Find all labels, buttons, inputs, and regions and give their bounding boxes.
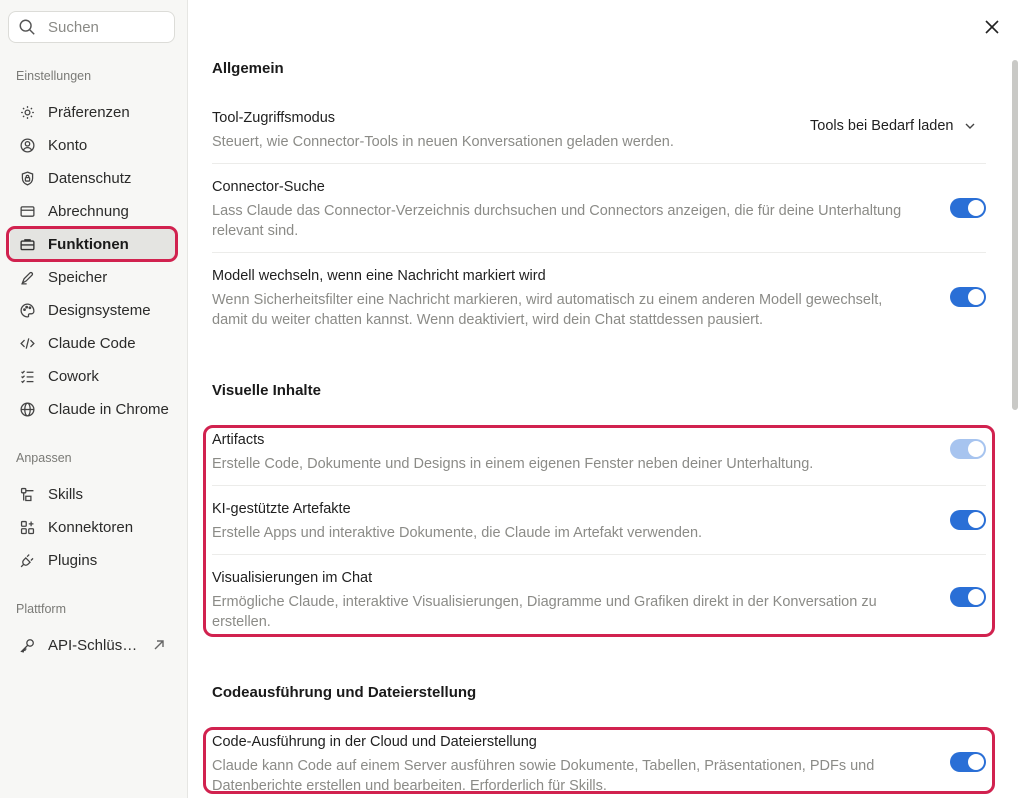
sidebar-item-claude-in-chrome[interactable]: Claude in Chrome bbox=[10, 393, 176, 425]
toggle-knob bbox=[968, 289, 984, 305]
toggle-knob bbox=[968, 200, 984, 216]
tool-access-dropdown[interactable]: Tools bei Bedarf laden bbox=[810, 118, 976, 134]
user-circle-icon bbox=[18, 136, 36, 154]
close-icon bbox=[985, 20, 999, 34]
divider bbox=[212, 163, 986, 164]
sidebar-item-label: Claude Code bbox=[48, 334, 136, 352]
palette-icon bbox=[18, 301, 36, 319]
skills-icon bbox=[18, 485, 36, 503]
ai-artifacts-toggle[interactable] bbox=[950, 510, 986, 530]
toolbox-icon bbox=[18, 235, 36, 253]
sidebar-item-label: Designsysteme bbox=[48, 301, 151, 319]
connector-search-toggle[interactable] bbox=[950, 198, 986, 218]
toggle-knob bbox=[968, 589, 984, 605]
plug-icon bbox=[18, 551, 36, 569]
setting-description: Ermögliche Claude, interaktive Visualisi… bbox=[212, 594, 877, 630]
setting-artifacts: Artifacts Erstelle Code, Dokumente und D… bbox=[212, 430, 986, 474]
sidebar-item-label: Konto bbox=[48, 136, 88, 154]
gear-icon bbox=[18, 103, 36, 121]
divider bbox=[212, 554, 986, 555]
divider bbox=[212, 485, 986, 486]
setting-title: Code-Ausführung in der Cloud und Dateier… bbox=[212, 734, 537, 750]
setting-ai-artifacts: KI-gestützte Artefakte Erstelle Apps und… bbox=[212, 499, 986, 543]
setting-title: Modell wechseln, wenn eine Nachricht mar… bbox=[212, 268, 546, 284]
artifacts-toggle[interactable] bbox=[950, 439, 986, 459]
setting-title: Visualisierungen im Chat bbox=[212, 570, 373, 586]
setting-description: Claude kann Code auf einem Server ausfüh… bbox=[212, 758, 875, 794]
sidebar-item-label: Plugins bbox=[48, 551, 98, 569]
sidebar-item-privacy[interactable]: Datenschutz bbox=[10, 162, 176, 194]
cloud-code-execution-toggle[interactable] bbox=[950, 752, 986, 772]
sidebar-item-connectors[interactable]: Konnektoren bbox=[10, 511, 176, 543]
setting-chat-visualizations: Visualisierungen im Chat Ermögliche Clau… bbox=[212, 568, 986, 632]
sidebar-item-label: Datenschutz bbox=[48, 169, 132, 187]
section-label-customize: Anpassen bbox=[16, 451, 72, 465]
setting-description: Lass Claude das Connector-Verzeichnis du… bbox=[212, 203, 902, 239]
sidebar-item-preferences[interactable]: Präferenzen bbox=[10, 96, 176, 128]
sidebar-item-api-keys[interactable]: API-Schlüs… bbox=[10, 629, 176, 661]
toggle-knob bbox=[968, 754, 984, 770]
setting-title: Artifacts bbox=[212, 432, 265, 448]
divider bbox=[212, 252, 986, 253]
external-link-icon bbox=[154, 640, 164, 650]
chat-visualizations-toggle[interactable] bbox=[950, 587, 986, 607]
section-label-platform: Plattform bbox=[16, 602, 67, 616]
search-placeholder: Suchen bbox=[48, 18, 99, 36]
sidebar-item-label: Funktionen bbox=[48, 235, 129, 253]
section-heading-general: Allgemein bbox=[212, 60, 284, 77]
dropdown-value: Tools bei Bedarf laden bbox=[810, 118, 954, 134]
sidebar-item-skills[interactable]: Skills bbox=[10, 478, 176, 510]
shield-lock-icon bbox=[18, 169, 36, 187]
setting-title: KI-gestützte Artefakte bbox=[212, 501, 351, 517]
search-input[interactable]: Suchen bbox=[8, 11, 175, 43]
grid-plus-icon bbox=[18, 518, 36, 536]
section-label-settings: Einstellungen bbox=[16, 69, 92, 83]
setting-description: Wenn Sicherheitsfilter eine Nachricht ma… bbox=[212, 292, 883, 328]
sidebar-item-plugins[interactable]: Plugins bbox=[10, 544, 176, 576]
setting-cloud-code-execution: Code-Ausführung in der Cloud und Dateier… bbox=[212, 732, 986, 796]
sidebar-item-memory[interactable]: Speicher bbox=[10, 261, 176, 293]
setting-title: Connector-Suche bbox=[212, 179, 325, 195]
close-button[interactable] bbox=[983, 18, 1001, 36]
sidebar-item-label: Skills bbox=[48, 485, 84, 503]
switch-model-toggle[interactable] bbox=[950, 287, 986, 307]
setting-connector-search: Connector-Suche Lass Claude das Connecto… bbox=[212, 177, 986, 241]
sidebar-item-billing[interactable]: Abrechnung bbox=[10, 195, 176, 227]
setting-switch-model: Modell wechseln, wenn eine Nachricht mar… bbox=[212, 266, 986, 330]
key-icon bbox=[18, 636, 36, 654]
search-icon bbox=[19, 19, 35, 35]
setting-description: Steuert, wie Connector-Tools in neuen Ko… bbox=[212, 134, 674, 150]
sidebar-item-cowork[interactable]: Cowork bbox=[10, 360, 176, 392]
toggle-knob bbox=[968, 441, 984, 457]
setting-description: Erstelle Apps und interaktive Dokumente,… bbox=[212, 525, 703, 541]
section-heading-code: Codeausführung und Dateierstellung bbox=[212, 684, 477, 701]
sidebar-item-label: Cowork bbox=[48, 367, 99, 385]
scrollbar[interactable] bbox=[1012, 60, 1018, 410]
chevron-down-icon bbox=[965, 123, 974, 129]
globe-icon bbox=[18, 400, 36, 418]
sidebar-item-label: Speicher bbox=[48, 268, 108, 286]
setting-description: Erstelle Code, Dokumente und Designs in … bbox=[212, 456, 814, 472]
credit-card-icon bbox=[18, 202, 36, 220]
section-heading-visual: Visuelle Inhalte bbox=[212, 382, 321, 399]
toggle-knob bbox=[968, 512, 984, 528]
sidebar-item-features[interactable]: Funktionen bbox=[10, 228, 176, 260]
sidebar-item-label: Konnektoren bbox=[48, 518, 134, 536]
sidebar-item-label: Claude in Chrome bbox=[48, 400, 169, 418]
settings-sidebar: Suchen Einstellungen Präferenzen Konto D… bbox=[0, 0, 188, 798]
sidebar-item-claude-code[interactable]: Claude Code bbox=[10, 327, 176, 359]
code-icon bbox=[18, 334, 36, 352]
checklist-icon bbox=[18, 367, 36, 385]
memory-icon bbox=[18, 268, 36, 286]
sidebar-item-label: API-Schlüs… bbox=[48, 636, 138, 654]
sidebar-item-label: Präferenzen bbox=[48, 103, 130, 121]
sidebar-item-design-systems[interactable]: Designsysteme bbox=[10, 294, 176, 326]
sidebar-item-account[interactable]: Konto bbox=[10, 129, 176, 161]
sidebar-item-label: Abrechnung bbox=[48, 202, 129, 220]
